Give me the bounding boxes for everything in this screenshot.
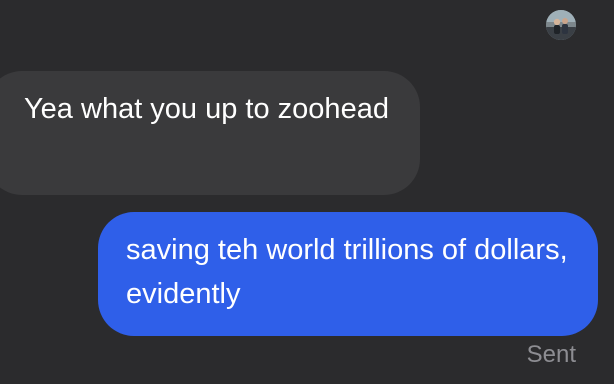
message-text: saving teh world trillions of dollars, e…: [126, 234, 568, 310]
user-avatar-photo-icon: [546, 10, 576, 40]
message-status: Sent: [526, 341, 576, 368]
message-bubble-sent[interactable]: saving teh world trillions of dollars, e…: [98, 212, 598, 336]
avatar[interactable]: [546, 10, 576, 40]
message-bubble-received[interactable]: Yea what you up to zoohead: [0, 71, 420, 195]
message-text: Yea what you up to zoohead: [24, 93, 389, 125]
